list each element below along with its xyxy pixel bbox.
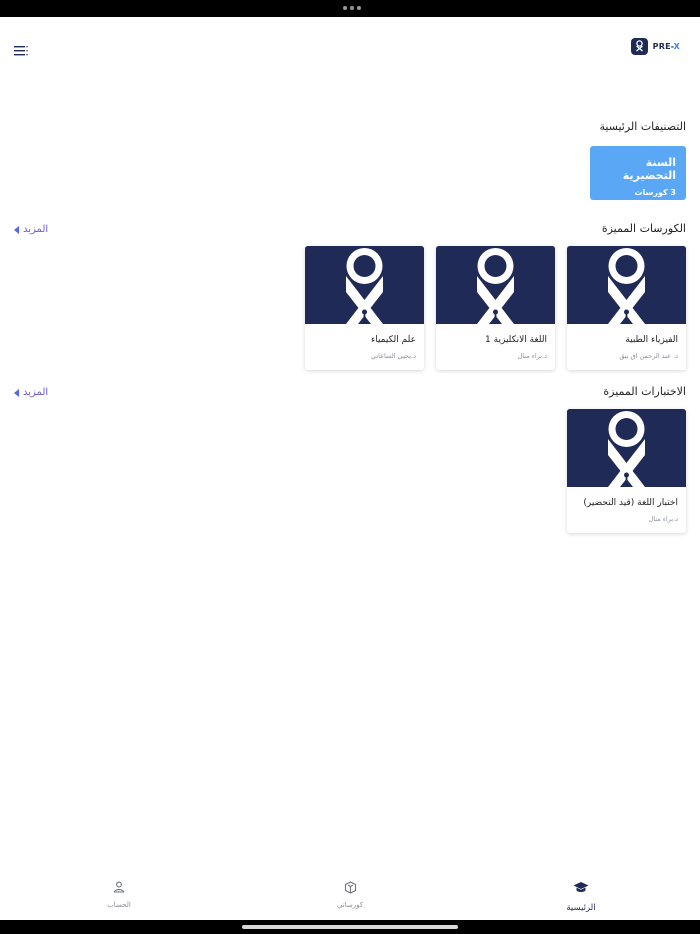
featured-courses-title: الكورسات المميزة — [601, 222, 686, 235]
featured-exams-title: الاختبارات المميزة — [603, 385, 686, 398]
home-indicator[interactable] — [242, 925, 458, 929]
nav-item-home[interactable]: الرئيسية — [521, 868, 641, 920]
chevron-left-icon — [14, 388, 19, 397]
course-title: علم الكيمياء — [370, 335, 416, 345]
graduation-cap-icon — [573, 881, 589, 892]
course-thumbnail-logo-icon — [436, 246, 555, 324]
menu-button[interactable] — [14, 41, 34, 56]
course-author: د.يحيى الساعاتي — [370, 352, 416, 360]
course-card[interactable]: علم الكيمياء د.يحيى الساعاتي — [305, 246, 424, 370]
bottom-nav: الحساب كورساتي الرئيسية — [0, 868, 700, 920]
logo-mark-icon — [630, 38, 648, 55]
menu-icon — [14, 46, 28, 56]
app-header: PRE-X — [0, 17, 700, 77]
featured-exams-more-link[interactable]: المزيد — [14, 387, 48, 398]
more-label: المزيد — [23, 387, 49, 398]
featured-courses-more-link[interactable]: المزيد — [14, 224, 48, 235]
nav-label: الحساب — [107, 901, 131, 909]
multitasking-dots[interactable] — [343, 6, 361, 10]
nav-item-account[interactable]: الحساب — [59, 868, 179, 920]
category-card-preparatory-year[interactable]: السنة التحضيرية 3 كورسات — [590, 146, 686, 200]
exam-card[interactable]: اختبار اللغة (قيد التحضير) د.براء منال — [567, 409, 686, 533]
person-icon — [113, 881, 125, 893]
home-indicator-area — [0, 920, 700, 934]
course-card[interactable]: اللغة الانكليزية 1 د.براء منال — [436, 246, 555, 370]
categories-title: التصنيفات الرئيسية — [599, 120, 686, 133]
nav-label: كورساتي — [336, 901, 364, 909]
exam-author: د.براء منال — [648, 515, 678, 523]
category-course-count: 3 كورسات — [634, 188, 676, 197]
nav-label: الرئيسية — [566, 903, 596, 913]
course-title: اللغة الانكليزية 1 — [485, 335, 547, 345]
status-bar — [0, 0, 700, 17]
course-author: د.براء منال — [517, 352, 547, 360]
course-thumbnail-logo-icon — [305, 246, 424, 324]
nav-item-my-courses[interactable]: كورساتي — [290, 868, 410, 920]
course-card[interactable]: الفيزياء الطبية د. عبد الرحمن اق بيق — [567, 246, 686, 370]
exam-title: اختبار اللغة (قيد التحضير) — [583, 498, 678, 508]
course-thumbnail-logo-icon — [567, 246, 686, 324]
exam-thumbnail-logo-icon — [567, 409, 686, 487]
book-icon — [344, 880, 356, 894]
course-author: د. عبد الرحمن اق بيق — [619, 352, 678, 360]
category-title: السنة التحضيرية — [622, 156, 676, 182]
course-title: الفيزياء الطبية — [625, 335, 678, 345]
logo-text: PRE-X — [652, 42, 680, 51]
logo: PRE-X — [630, 38, 680, 55]
chevron-left-icon — [14, 225, 19, 234]
more-label: المزيد — [23, 224, 49, 235]
